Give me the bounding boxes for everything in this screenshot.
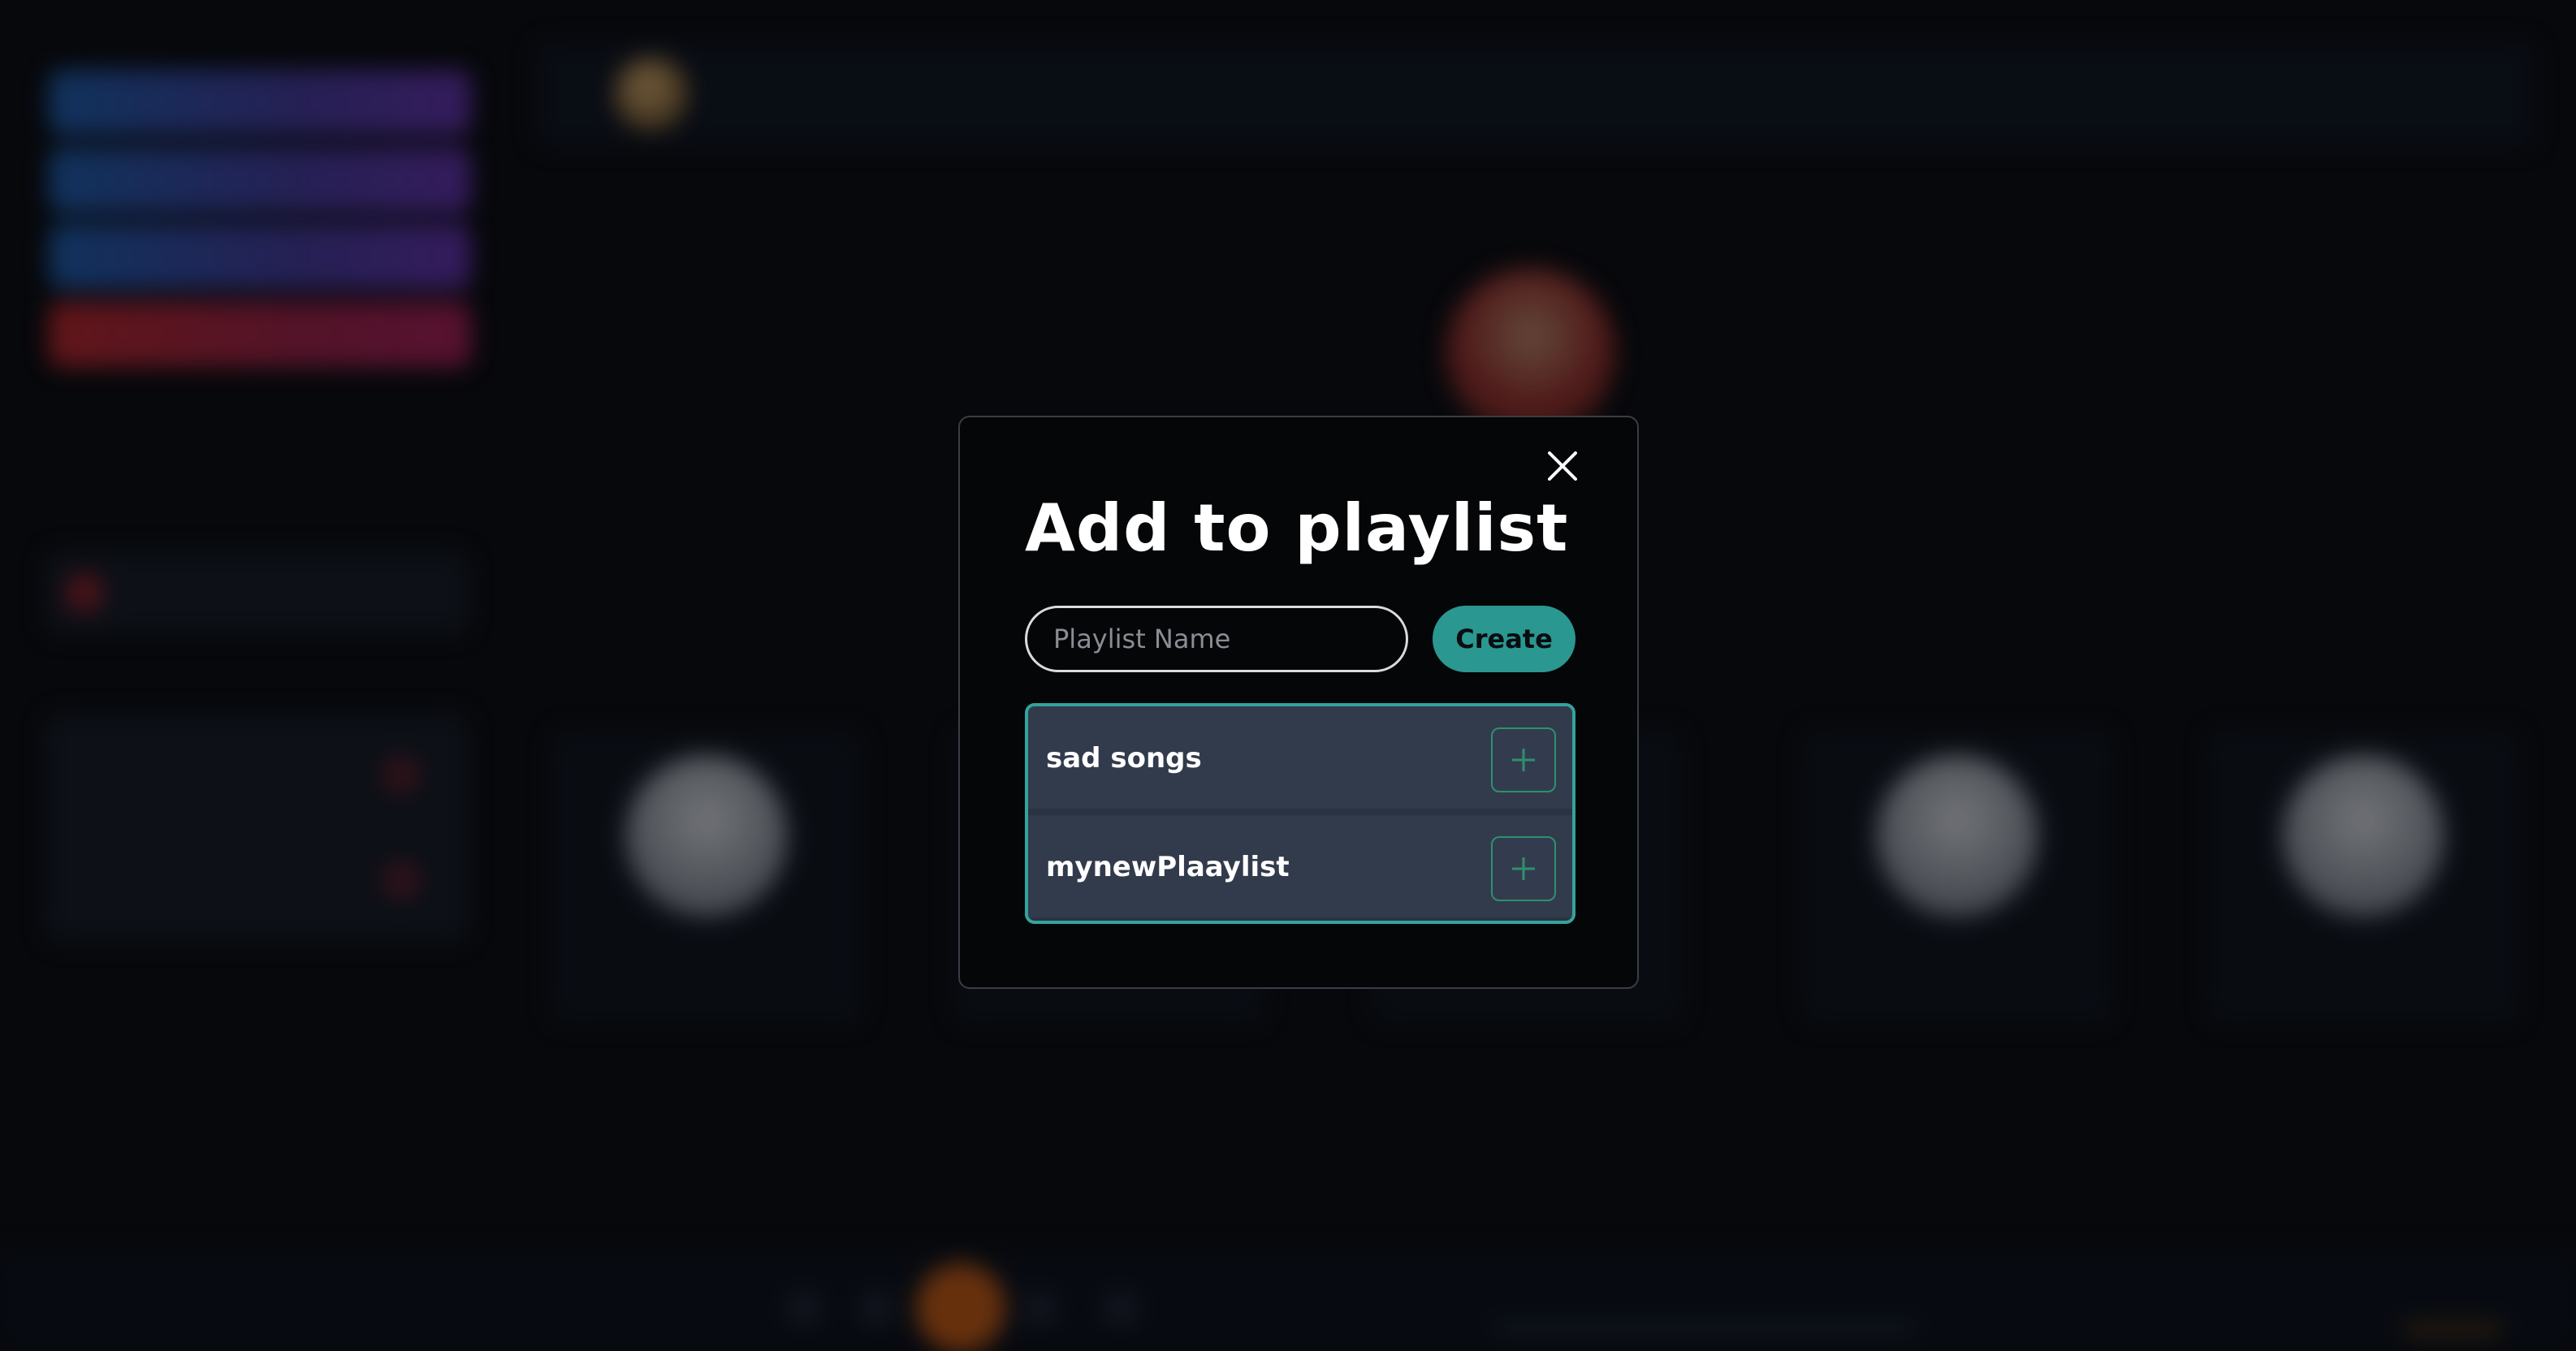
plus-icon	[1512, 749, 1535, 771]
playlist-name: mynewPlaaylist	[1046, 851, 1290, 883]
modal-title: Add to playlist	[1025, 490, 1569, 566]
create-button[interactable]: Create	[1433, 606, 1575, 672]
add-to-playlist-modal: Add to playlist Create sad songs mynewPl…	[958, 416, 1639, 989]
playlist-name: sad songs	[1046, 742, 1202, 775]
plus-icon	[1512, 857, 1535, 880]
playlist-list: sad songs mynewPlaaylist	[1025, 703, 1575, 924]
playlist-name-input[interactable]	[1025, 606, 1408, 672]
close-icon	[1548, 451, 1577, 481]
app-root: Add to playlist Create sad songs mynewPl…	[0, 0, 2576, 1351]
list-item: sad songs	[1028, 706, 1572, 809]
close-button[interactable]	[1533, 437, 1592, 495]
add-to-playlist-button[interactable]	[1491, 836, 1556, 901]
add-to-playlist-button[interactable]	[1491, 727, 1556, 792]
list-item: mynewPlaaylist	[1028, 815, 1572, 917]
